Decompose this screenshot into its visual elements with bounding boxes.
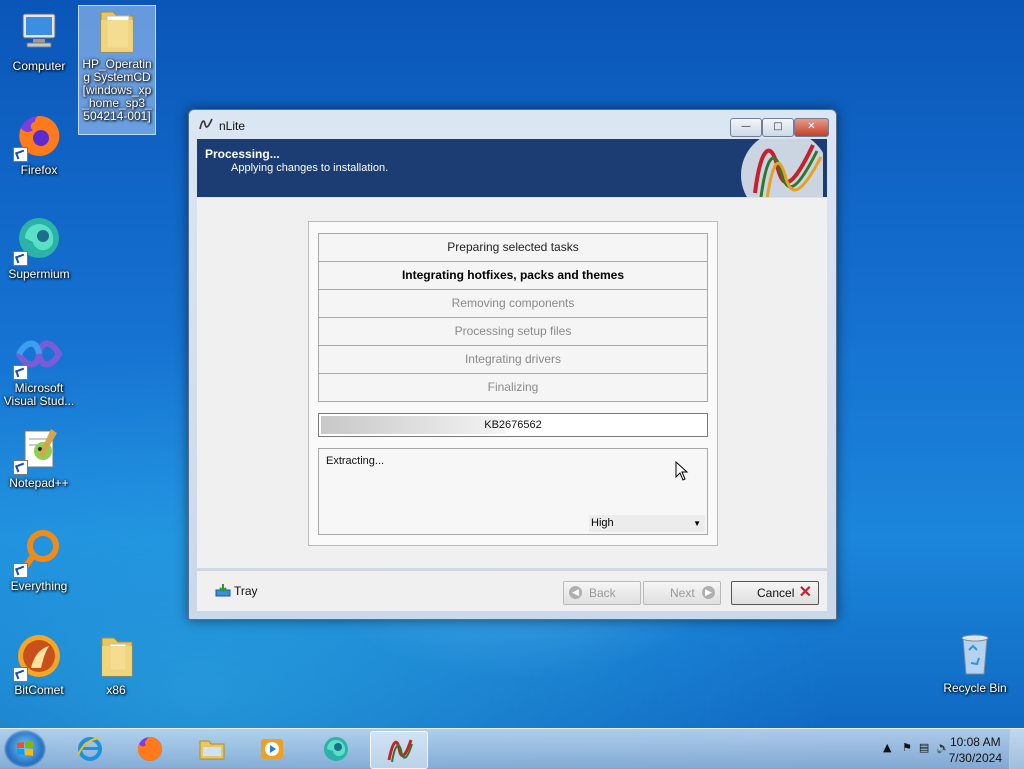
desktop-icon-label: HP_Operating SystemCD[windows_xp_home_sp…	[82, 57, 152, 123]
shortcut-arrow-icon	[13, 460, 28, 475]
desktop-icon-hp-folder[interactable]: HP_Operating SystemCD[windows_xp_home_sp…	[78, 5, 156, 135]
action-center-flag-icon[interactable]: ⚑	[902, 741, 912, 754]
desktop-icon-label: Firefox	[20, 163, 58, 177]
shortcut-arrow-icon	[13, 251, 28, 266]
taskbar-internet-explorer[interactable]	[62, 731, 118, 767]
show-hidden-icons-icon[interactable]: ▲	[883, 741, 891, 754]
maximize-button[interactable]: □	[762, 118, 794, 137]
supermium-icon	[324, 737, 348, 761]
step-item: Preparing selected tasks	[318, 233, 708, 262]
next-button[interactable]: Next ▶	[643, 581, 721, 605]
desktop-icon-label: Computer	[12, 59, 66, 73]
back-arrow-icon: ◀	[569, 586, 582, 599]
bitcomet-icon	[13, 632, 63, 682]
cancel-x-icon: ✕	[798, 584, 812, 601]
firefox-icon	[137, 737, 162, 761]
shortcut-arrow-icon	[13, 365, 28, 380]
tray-icon	[215, 583, 231, 597]
tray-label: Tray	[234, 584, 258, 598]
step-item: Removing components	[318, 289, 708, 318]
dropdown-arrow-icon: ▼	[693, 519, 701, 528]
step-item: Processing setup files	[318, 317, 708, 346]
desktop-icon-bitcomet[interactable]: BitComet	[1, 632, 77, 697]
wizard-header: Processing... Applying changes to instal…	[197, 139, 827, 197]
nlite-icon	[199, 118, 213, 134]
nlite-window: nLite — □ ✕ Processing... Applying chang…	[188, 109, 837, 620]
next-label: Next	[670, 586, 695, 600]
mouse-cursor-icon	[675, 461, 689, 481]
wizard-content: Preparing selected tasks Integrating hot…	[197, 198, 827, 568]
step-item: Integrating drivers	[318, 345, 708, 374]
desktop-icon-supermium[interactable]: Supermium	[1, 216, 77, 281]
everything-icon	[13, 528, 63, 578]
folder-icon	[93, 6, 141, 54]
taskbar-media-player[interactable]	[244, 731, 300, 767]
visual-studio-icon	[13, 330, 63, 380]
desktop-icon-recycle-bin[interactable]: Recycle Bin	[937, 630, 1013, 695]
cancel-label: Cancel	[757, 586, 795, 600]
desktop-icon-visual-studio[interactable]: Microsoft Visual Stud...	[1, 330, 77, 408]
priority-select[interactable]: High ▼	[589, 515, 705, 532]
desktop-icon-x86-folder[interactable]: x86	[78, 632, 154, 697]
show-desktop-button[interactable]	[1009, 729, 1024, 769]
desktop-icon-label: BitComet	[14, 683, 64, 697]
back-button[interactable]: ◀ Back	[563, 581, 641, 605]
internet-explorer-icon	[77, 737, 103, 761]
wizard-footer: Tray ◀ Back Next ▶ Cancel ✕	[197, 570, 827, 611]
desktop-icon-label: Supermium	[8, 267, 70, 281]
folder-icon	[199, 740, 225, 760]
shortcut-arrow-icon	[13, 563, 28, 578]
windows-logo-icon	[17, 741, 33, 756]
start-button[interactable]	[4, 730, 46, 768]
media-player-icon	[261, 739, 283, 759]
taskbar-firefox[interactable]	[122, 731, 178, 767]
header-subtitle: Applying changes to installation.	[231, 162, 389, 174]
clock-date: 7/30/2024	[948, 751, 1002, 765]
desktop-icon-label: x86	[106, 683, 126, 697]
back-label: Back	[589, 586, 616, 600]
desktop-icon-label: Recycle Bin	[943, 681, 1007, 695]
desktop-icon-label: Microsoft Visual Stud...	[3, 381, 75, 408]
window-title: nLite	[219, 119, 246, 133]
progress-label: KB2676562	[484, 419, 542, 431]
desktop-icon-computer[interactable]: Computer	[1, 8, 77, 73]
processing-panel: Preparing selected tasks Integrating hot…	[308, 221, 718, 546]
clock-time: 10:08 AM	[949, 735, 1001, 749]
desktop-icon-label: Notepad++	[9, 476, 69, 490]
window-titlebar[interactable]: nLite — □ ✕	[189, 110, 836, 138]
shortcut-arrow-icon	[13, 667, 28, 682]
taskbar-nlite[interactable]	[370, 731, 428, 769]
desktop-icon-notepadpp[interactable]: Notepad++	[1, 425, 77, 490]
network-icon[interactable]: ▤	[919, 741, 929, 754]
priority-value: High	[591, 517, 614, 529]
folder-icon	[92, 632, 140, 680]
desktop-icon-everything[interactable]: Everything	[1, 528, 77, 593]
step-item: Integrating hotfixes, packs and themes	[318, 261, 708, 290]
taskbar-clock[interactable]: 10:08 AM 7/30/2024	[949, 734, 1002, 766]
desktop-icon-label: Everything	[10, 579, 68, 593]
firefox-icon	[13, 112, 63, 162]
nlite-logo-icon	[741, 139, 823, 197]
computer-icon	[15, 8, 63, 56]
log-text: Extracting...	[326, 455, 385, 467]
nlite-icon	[387, 739, 413, 763]
notepadpp-icon	[13, 425, 63, 475]
desktop-icon-firefox[interactable]: Firefox	[1, 112, 77, 177]
log-box: Extracting... High ▼	[318, 448, 708, 535]
taskbar: ▲ ⚑ ▤ 🔈 10:08 AM 7/30/2024	[0, 728, 1024, 769]
taskbar-supermium[interactable]	[308, 731, 364, 767]
minimize-button[interactable]: —	[730, 118, 762, 137]
cancel-button[interactable]: Cancel ✕	[731, 581, 819, 605]
step-item: Finalizing	[318, 373, 708, 402]
recycle-bin-icon	[951, 630, 999, 678]
system-tray: ▲ ⚑ ▤ 🔈	[883, 741, 950, 754]
next-arrow-icon: ▶	[702, 586, 715, 599]
taskbar-file-explorer[interactable]	[184, 731, 240, 767]
tray-button[interactable]: Tray	[215, 583, 258, 598]
shortcut-arrow-icon	[13, 147, 28, 162]
supermium-icon	[13, 216, 63, 266]
progress-bar: KB2676562	[318, 413, 708, 437]
close-button[interactable]: ✕	[794, 118, 829, 137]
header-title: Processing...	[205, 147, 280, 161]
